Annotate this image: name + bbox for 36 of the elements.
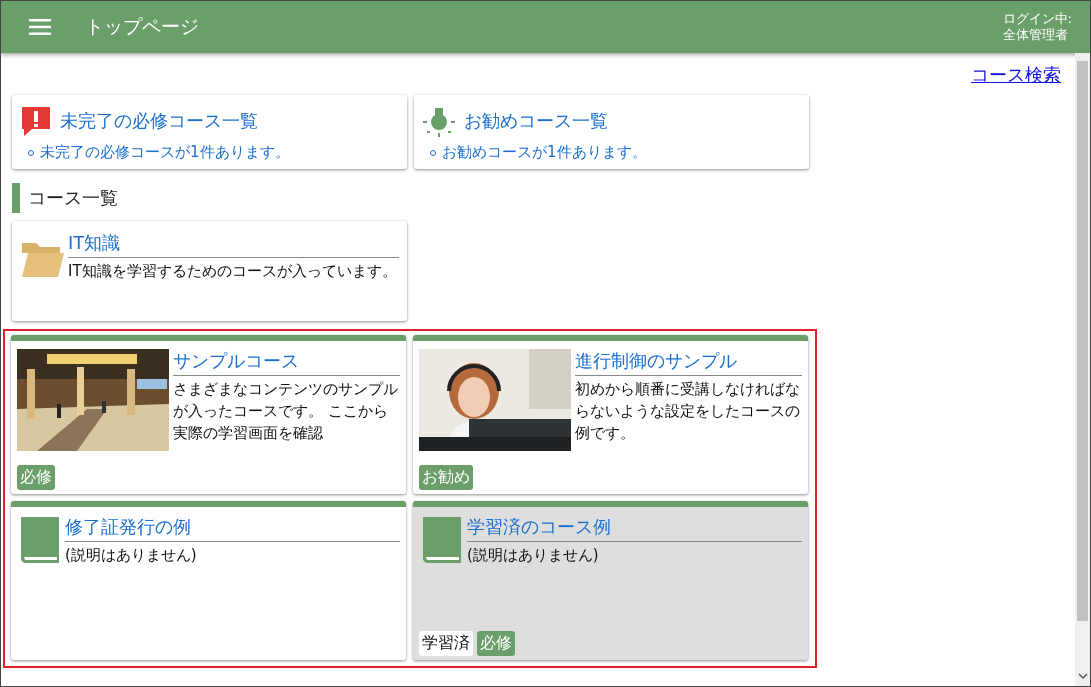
section-title: コース一覧 — [28, 186, 118, 210]
course-card[interactable]: 修了証発行の例 (説明はありません) — [11, 501, 406, 660]
course-description: 初めから順番に受講しなければならないような設定をしたコースの例です。 — [575, 379, 801, 444]
course-description: (説明はありません) — [467, 545, 600, 566]
course-badge: お勧め — [419, 465, 473, 490]
course-title[interactable]: 学習済のコース例 — [467, 516, 611, 537]
course-badge: 必修 — [477, 631, 515, 656]
course-badge: 学習済 — [419, 631, 473, 656]
login-label: ログイン中: — [1002, 11, 1072, 27]
menu-icon[interactable] — [29, 19, 51, 35]
course-card[interactable]: 進行制御のサンプル 初めから順番に受講しなければならないような設定をしたコースの例です。 お勧め — [413, 335, 808, 494]
summary-title[interactable]: 未完了の必修コース一覧 — [60, 109, 258, 133]
summary-item[interactable]: 未完了の必修コースが1件あります。 — [40, 143, 290, 162]
course-title[interactable]: 修了証発行の例 — [65, 516, 191, 537]
course-card[interactable]: サンプルコース さまざまなコンテンツのサンプルが入ったコースです。 ここから実際の学習画面を確認 必修 — [11, 335, 406, 494]
summary-item[interactable]: お勧めコースが1件あります。 — [442, 143, 647, 162]
folder-card[interactable]: IT知識 IT知識を学習するためのコースが入っています。 — [12, 221, 407, 321]
folder-description: IT知識を学習するためのコースが入っています。 — [68, 261, 398, 282]
light-bulb-icon — [422, 105, 456, 137]
section-marker — [12, 183, 20, 213]
folder-title[interactable]: IT知識 — [68, 232, 121, 253]
course-card[interactable]: 学習済のコース例 (説明はありません) 学習済 必修 — [413, 501, 808, 660]
course-title[interactable]: サンプルコース — [173, 350, 299, 371]
user-name: 全体管理者 — [1002, 27, 1069, 43]
scroll-down-icon[interactable] — [1077, 672, 1088, 680]
course-badge: 必修 — [17, 465, 55, 490]
page-title: トップページ — [85, 14, 200, 39]
summary-card[interactable]: 未完了の必修コース一覧 未完了の必修コースが1件あります。 — [12, 95, 407, 169]
summary-card[interactable]: お勧めコース一覧 お勧めコースが1件あります。 — [414, 95, 809, 169]
course-description: さまざまなコンテンツのサンプルが入ったコースです。 ここから実際の学習画面を確認 — [173, 379, 399, 444]
scrollbar[interactable] — [1075, 53, 1090, 686]
course-title[interactable]: 進行制御のサンプル — [575, 350, 737, 371]
summary-title[interactable]: お勧めコース一覧 — [464, 109, 608, 133]
alert-icon — [20, 105, 52, 137]
course-search-link[interactable]: コース検索 — [971, 63, 1061, 87]
course-description: (説明はありません) — [65, 545, 198, 566]
